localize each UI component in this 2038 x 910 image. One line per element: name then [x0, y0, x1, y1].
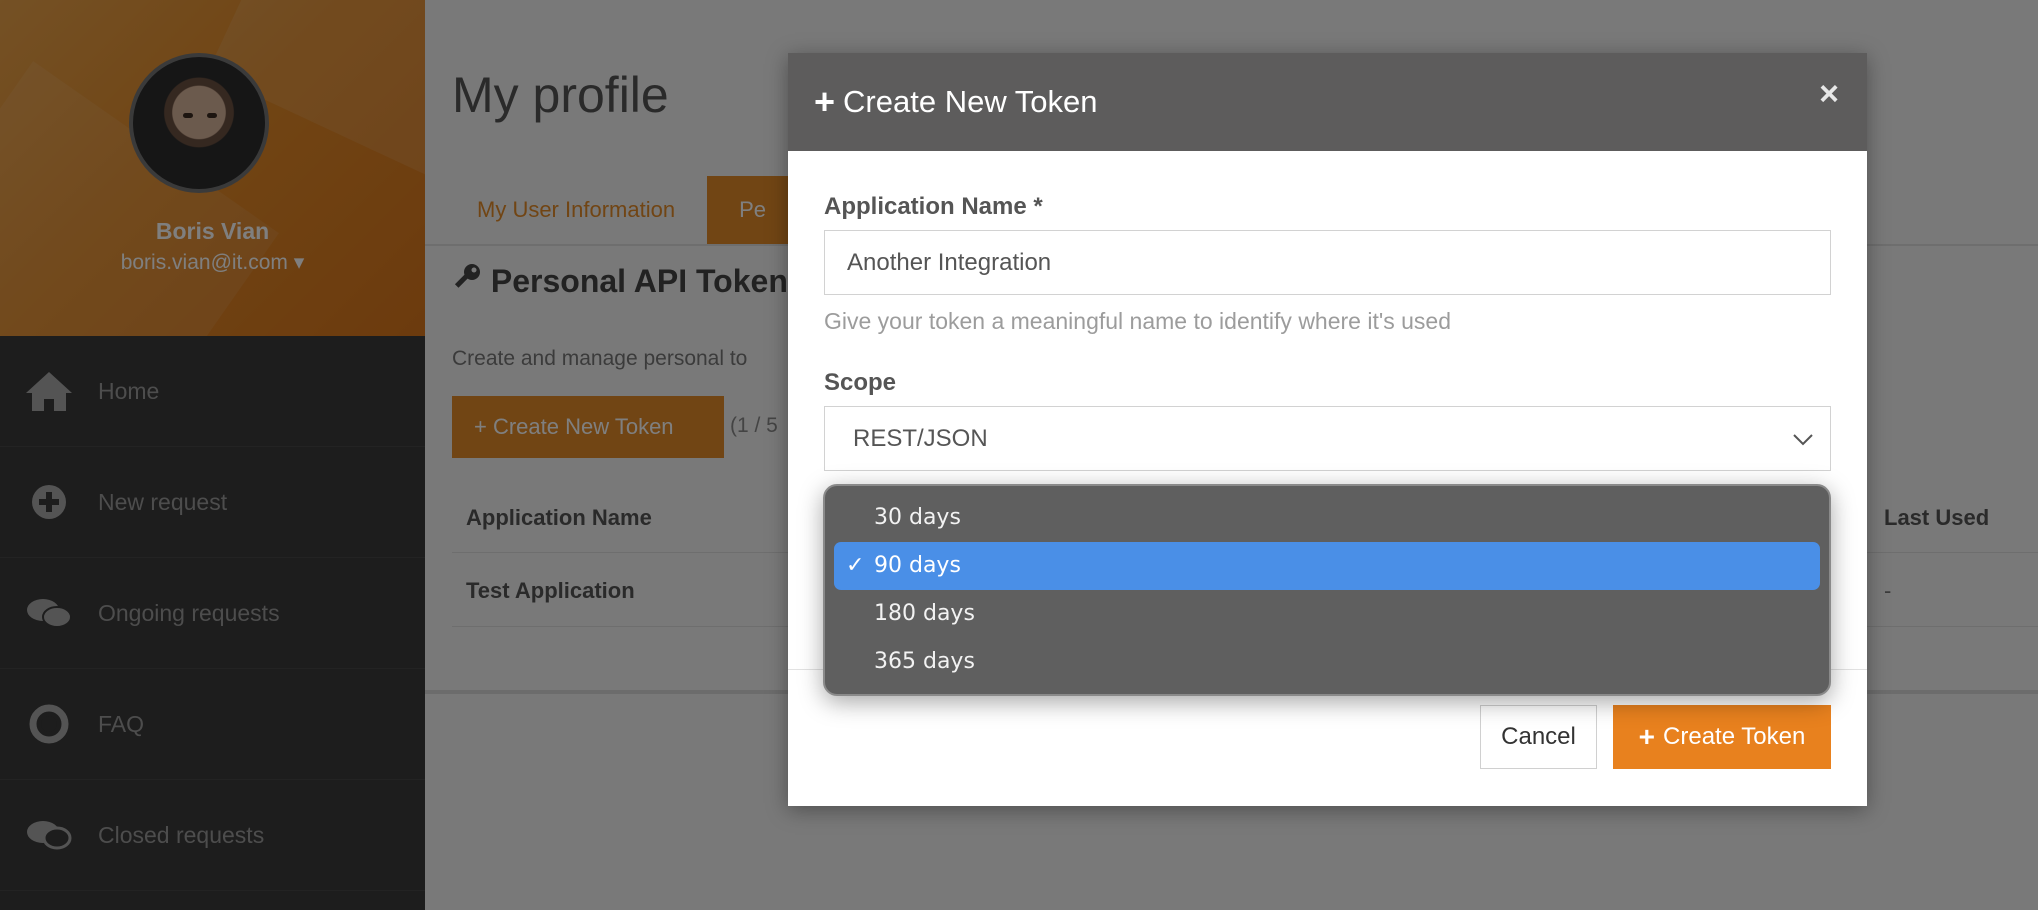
dropdown-option-30-days[interactable]: 30 days — [834, 494, 1820, 542]
scope-label: Scope — [824, 369, 897, 396]
option-label: 90 days — [874, 553, 961, 578]
create-token-label: Create Token — [1663, 723, 1806, 750]
create-token-button[interactable]: + Create Token — [1613, 705, 1831, 769]
application-name-input[interactable] — [824, 230, 1831, 295]
dropdown-option-180-days[interactable]: 180 days — [834, 590, 1820, 638]
application-name-label: Application Name * — [824, 193, 1043, 220]
plus-icon: + — [814, 81, 836, 122]
scope-selected-value: REST/JSON — [853, 425, 988, 452]
plus-icon: + — [1638, 721, 1656, 752]
modal-header: + Create New Token × — [788, 53, 1867, 151]
close-icon[interactable]: × — [1819, 75, 1839, 114]
dropdown-option-90-days[interactable]: ✓ 90 days — [834, 542, 1820, 590]
expiration-dropdown-menu: 30 days ✓ 90 days 180 days 365 days — [823, 484, 1831, 696]
option-label: 365 days — [874, 649, 975, 674]
checkmark-icon: ✓ — [846, 553, 865, 578]
option-label: 30 days — [874, 505, 961, 530]
chevron-down-icon — [1792, 407, 1814, 470]
dropdown-option-365-days[interactable]: 365 days — [834, 638, 1820, 686]
cancel-button[interactable]: Cancel — [1480, 705, 1597, 769]
application-name-help: Give your token a meaningful name to ide… — [824, 308, 1452, 334]
scope-select[interactable]: REST/JSON — [824, 406, 1831, 471]
modal-title: Create New Token — [843, 84, 1098, 119]
option-label: 180 days — [874, 601, 975, 626]
